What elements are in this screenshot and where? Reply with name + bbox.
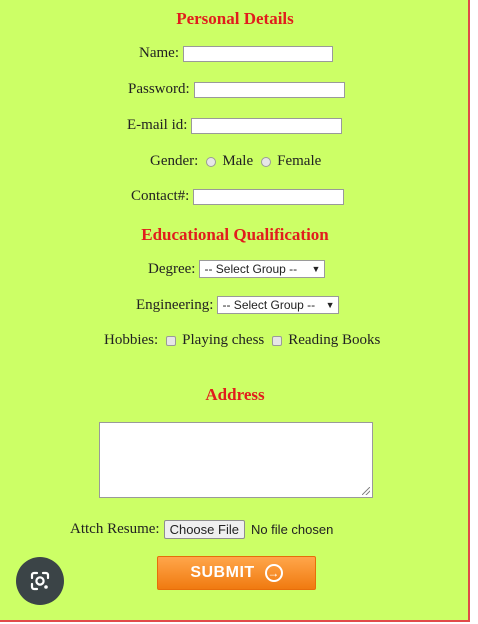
email-input[interactable] [191,117,343,134]
contact-label: Contact#: [131,188,190,204]
engineering-selected-value: -- Select Group -- [222,298,316,312]
registration-form: Personal Details Name: Password: E-mail … [0,0,470,622]
name-row: Name: [139,45,333,62]
password-row: Password: [128,81,345,98]
reading-books-label: Reading Books [288,332,381,348]
contact-row: Contact#: [131,188,345,205]
chevron-down-icon: ▼ [325,300,335,310]
chevron-down-icon: ▼ [311,264,321,274]
playing-chess-checkbox[interactable] [166,335,177,346]
playing-chess-label: Playing chess [182,332,265,348]
engineering-row: Engineering: -- Select Group -- ▼ [136,296,340,314]
email-row: E-mail id: [127,117,343,134]
google-lens-icon[interactable] [16,557,64,605]
degree-selected-value: -- Select Group -- [204,262,298,276]
address-heading: Address [205,385,265,404]
educational-qualification-heading: Educational Qualification [141,225,329,244]
name-label: Name: [139,45,179,61]
engineering-label: Engineering: [136,296,214,313]
female-label: Female [277,153,322,169]
email-label: E-mail id: [127,117,188,133]
male-radio[interactable] [206,156,217,167]
resize-grip-icon[interactable] [362,487,370,495]
personal-details-heading: Personal Details [176,9,294,28]
engineering-select[interactable]: -- Select Group -- ▼ [217,296,340,314]
degree-select[interactable]: -- Select Group -- ▼ [199,260,326,278]
reading-books-checkbox[interactable] [272,335,283,346]
resume-row: Attch Resume: Choose File No file chosen [70,520,333,539]
degree-row: Degree: -- Select Group -- ▼ [148,260,326,278]
name-input[interactable] [182,45,333,62]
circle-arrow-right-icon: → [264,564,283,582]
address-textarea[interactable] [99,422,373,498]
resume-label: Attch Resume: [70,521,160,537]
male-label: Male [222,153,254,169]
lens-glyph-icon [30,571,50,591]
hobbies-row: Hobbies: Playing chess Reading Books [104,332,380,349]
submit-button[interactable]: SUBMIT → [157,556,316,590]
submit-label: SUBMIT [190,564,255,581]
gender-label: Gender: [150,153,199,169]
choose-file-button[interactable]: Choose File [163,520,245,539]
contact-input[interactable] [193,188,345,205]
degree-label: Degree: [148,260,196,277]
gender-row: Gender: Male Female [150,153,321,170]
female-radio[interactable] [261,156,272,167]
password-label: Password: [128,81,190,97]
file-status-text: No file chosen [250,522,334,537]
hobbies-label: Hobbies: [104,332,159,348]
password-input[interactable] [193,81,345,98]
